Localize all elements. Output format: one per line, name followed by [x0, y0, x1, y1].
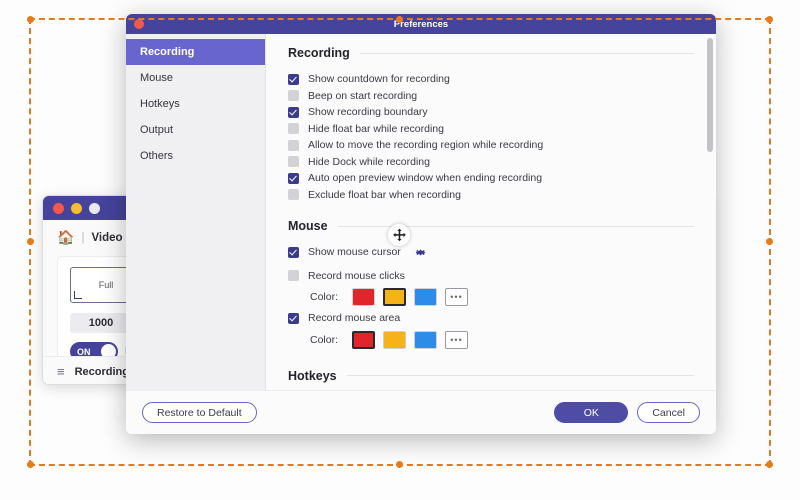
color-swatch-blue[interactable] — [414, 330, 437, 349]
home-icon[interactable]: 🏠 — [57, 229, 74, 246]
checkbox-unchecked-icon[interactable] — [288, 189, 299, 201]
section-title: Recording — [288, 46, 350, 60]
option-label: Exclude float bar when recording — [308, 188, 461, 201]
preferences-sidebar: Recording Mouse Hotkeys Output Others — [126, 34, 266, 390]
section-header-hotkeys: Hotkeys — [288, 369, 694, 383]
ok-button[interactable]: OK — [554, 402, 629, 423]
section-header-mouse: Mouse — [288, 219, 694, 233]
color-label: Color: — [310, 291, 339, 303]
checkbox-unchecked-icon[interactable] — [288, 90, 299, 102]
option-label: Allow to move the recording region while… — [308, 139, 544, 152]
minimize-icon[interactable] — [71, 202, 82, 214]
color-picker-clicks: Color: ••• — [310, 288, 694, 306]
resize-handle-right-middle[interactable] — [766, 238, 773, 245]
checkbox-unchecked-icon[interactable] — [288, 156, 299, 168]
checkbox-checked-icon[interactable] — [288, 73, 299, 85]
sidebar-item-recording[interactable]: Recording — [126, 39, 265, 65]
resize-handle-top-left[interactable] — [27, 16, 34, 23]
dialog-close-icon[interactable] — [134, 19, 144, 29]
color-swatch-blue[interactable] — [414, 288, 437, 306]
option-label: Show mouse cursor — [308, 246, 401, 259]
option-label: Auto open preview window when ending rec… — [308, 172, 543, 185]
option-label: Beep on start recording — [308, 89, 418, 102]
option-show-countdown[interactable]: Show countdown for recording — [288, 71, 694, 88]
restore-to-default-button[interactable]: Restore to Default — [142, 402, 257, 423]
option-record-mouse-clicks[interactable]: Record mouse clicks — [288, 268, 694, 285]
resize-handle-bottom-left[interactable] — [27, 461, 34, 468]
checkbox-unchecked-icon[interactable] — [288, 139, 299, 151]
scrollbar-thumb[interactable] — [707, 38, 713, 152]
content-scrollbar[interactable] — [707, 38, 713, 368]
sidebar-item-others[interactable]: Others — [126, 143, 265, 169]
sidebar-item-label: Others — [140, 150, 174, 162]
sidebar-item-hotkeys[interactable]: Hotkeys — [126, 91, 265, 117]
checkbox-checked-icon[interactable] — [288, 246, 299, 258]
checkbox-checked-icon[interactable] — [288, 312, 299, 324]
resize-handle-left-middle[interactable] — [27, 238, 34, 245]
section-rule — [359, 52, 694, 54]
section-rule — [346, 375, 694, 376]
gear-icon[interactable] — [414, 246, 427, 259]
region-label: Full — [98, 280, 114, 290]
color-picker-area: Color: ••• — [310, 330, 694, 349]
footer-recording-label: Recording — [74, 365, 129, 378]
option-label: Hide Dock while recording — [308, 155, 430, 168]
close-icon[interactable] — [53, 202, 64, 214]
list-icon[interactable]: ≡ — [57, 364, 65, 379]
color-swatch-yellow[interactable] — [383, 330, 406, 349]
preferences-dialog[interactable]: Preferences Recording Mouse Hotkeys Outp… — [126, 14, 716, 434]
preferences-content: Recording Show countdown for recording B… — [266, 34, 716, 390]
sidebar-item-mouse[interactable]: Mouse — [126, 65, 265, 91]
section-title: Mouse — [288, 219, 328, 233]
resize-handle-top-right[interactable] — [766, 16, 773, 23]
color-swatch-red[interactable] — [352, 288, 375, 306]
checkbox-checked-icon[interactable] — [288, 106, 299, 118]
dialog-title: Preferences — [393, 18, 449, 30]
option-show-mouse-cursor[interactable]: Show mouse cursor — [288, 244, 694, 261]
zoom-icon[interactable] — [89, 202, 100, 214]
option-label: Show countdown for recording — [308, 73, 450, 86]
option-hide-float-bar[interactable]: Hide float bar while recording — [288, 121, 694, 138]
sidebar-item-label: Output — [140, 124, 174, 136]
width-input[interactable]: 1000 — [70, 313, 132, 333]
color-swatch-yellow[interactable] — [383, 288, 406, 306]
header-divider: | — [81, 231, 85, 244]
option-hide-dock[interactable]: Hide Dock while recording — [288, 154, 694, 171]
color-more-button[interactable]: ••• — [445, 330, 468, 349]
option-beep-on-start[interactable]: Beep on start recording — [288, 88, 694, 105]
color-swatch-red[interactable] — [352, 330, 375, 349]
resize-handle-bottom-right[interactable] — [766, 461, 773, 468]
sidebar-item-label: Recording — [140, 46, 195, 58]
color-more-button[interactable]: ••• — [445, 288, 468, 306]
section-title: Hotkeys — [288, 368, 337, 383]
option-auto-open-preview[interactable]: Auto open preview window when ending rec… — [288, 170, 694, 187]
option-label: Hide float bar while recording — [308, 122, 444, 135]
section-header-recording: Recording — [288, 46, 694, 60]
option-exclude-float-bar[interactable]: Exclude float bar when recording — [288, 187, 694, 204]
checkbox-unchecked-icon[interactable] — [288, 123, 299, 135]
dialog-main: Recording Mouse Hotkeys Output Others Re… — [126, 34, 716, 390]
option-show-boundary[interactable]: Show recording boundary — [288, 104, 694, 121]
cancel-button[interactable]: Cancel — [637, 402, 700, 423]
sidebar-item-label: Hotkeys — [140, 98, 180, 110]
option-label: Show recording boundary — [308, 106, 428, 119]
option-record-mouse-area[interactable]: Record mouse area — [288, 310, 694, 327]
option-allow-move-region[interactable]: Allow to move the recording region while… — [288, 137, 694, 154]
option-label: Record mouse area — [308, 312, 401, 325]
move-cursor — [388, 224, 410, 246]
toggle-state-label: ON — [77, 346, 91, 357]
width-value: 1000 — [88, 317, 114, 329]
color-label: Color: — [310, 333, 339, 346]
sidebar-item-output[interactable]: Output — [126, 117, 265, 143]
checkbox-unchecked-icon[interactable] — [288, 270, 299, 282]
resize-handle-bottom-middle[interactable] — [396, 461, 403, 468]
dialog-footer: Restore to Default OK Cancel — [126, 390, 716, 434]
sidebar-item-label: Mouse — [140, 72, 174, 84]
dialog-titlebar: Preferences — [126, 14, 716, 34]
checkbox-checked-icon[interactable] — [288, 172, 299, 184]
screen-root: ≪ 🏠 | Video Re Full 100 — [0, 0, 800, 500]
option-label: Record mouse clicks — [308, 269, 405, 282]
